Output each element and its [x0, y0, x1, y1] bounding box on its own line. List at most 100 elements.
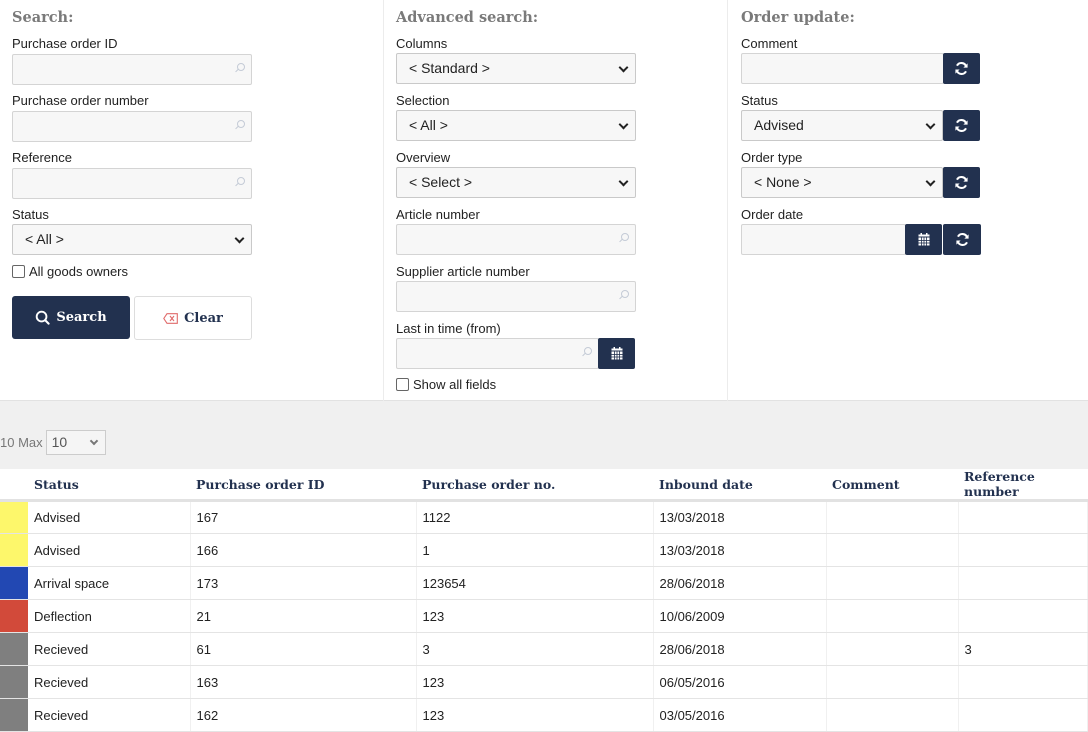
last-in-time-input[interactable] [396, 338, 599, 369]
order-date-input[interactable] [741, 224, 906, 255]
table-row[interactable]: Recieved 162 123 03/05/2016 [0, 698, 1088, 732]
column-header-purchase-order-no[interactable]: Purchase order no. [416, 469, 653, 502]
status-color-swatch [0, 698, 28, 732]
order-update-panel: Order update: Comment Status Advised Ord… [728, 0, 1088, 401]
row-purchase-order-no: 123 [416, 665, 654, 699]
status-select[interactable]: < All > [12, 224, 252, 255]
table-row[interactable]: Advised 167 1122 13/03/2018 [0, 500, 1088, 534]
search-button[interactable]: Search [12, 296, 130, 339]
row-purchase-order-no: 3 [416, 632, 654, 666]
overview-label: Overview [396, 150, 451, 165]
chevron-down-icon [925, 176, 936, 187]
update-order-type-button[interactable] [943, 167, 980, 198]
update-status-label: Status [741, 93, 778, 108]
row-reference-number [958, 599, 1088, 633]
article-number-label: Article number [396, 207, 480, 222]
search-icon [237, 120, 245, 128]
row-inbound-date: 06/05/2016 [653, 665, 827, 699]
comment-input[interactable] [741, 53, 944, 84]
order-type-value: < None > [754, 174, 812, 190]
column-header-status[interactable]: Status [28, 469, 190, 502]
update-status-select[interactable]: Advised [741, 110, 943, 141]
last-in-time-label: Last in time (from) [396, 321, 501, 336]
column-header-comment[interactable]: Comment [826, 469, 958, 502]
row-inbound-date: 10/06/2009 [653, 599, 827, 633]
table-row[interactable]: Advised 166 1 13/03/2018 [0, 533, 1088, 567]
row-reference-number: 3 [958, 632, 1088, 666]
page-size-select[interactable]: 10 [45, 430, 106, 455]
row-inbound-date: 28/06/2018 [653, 566, 827, 600]
column-header-inbound-date[interactable]: Inbound date [653, 469, 826, 502]
update-status-value: Advised [754, 117, 804, 133]
row-comment [826, 599, 959, 633]
advanced-search-panel: Advanced search: Columns < Standard > Se… [383, 0, 728, 401]
search-button-label: Search [56, 310, 107, 325]
search-icon [237, 177, 245, 185]
row-purchase-order-id: 162 [190, 698, 417, 732]
row-purchase-order-no: 123654 [416, 566, 654, 600]
order-update-title: Order update: [741, 9, 855, 26]
status-color-swatch [0, 533, 28, 567]
column-header-reference-number[interactable]: Reference number [958, 469, 1088, 502]
order-date-calendar-button[interactable] [905, 224, 942, 255]
row-purchase-order-id: 21 [190, 599, 417, 633]
checkbox-box[interactable] [396, 378, 409, 391]
columns-select[interactable]: < Standard > [396, 53, 636, 84]
overview-select[interactable]: < Select > [396, 167, 636, 198]
chevron-down-icon [618, 119, 629, 130]
update-comment-button[interactable] [943, 53, 980, 84]
calendar-button[interactable] [598, 338, 635, 369]
all-goods-owners-checkbox[interactable]: All goods owners [12, 264, 128, 279]
show-all-fields-checkbox[interactable]: Show all fields [396, 377, 496, 392]
status-color-swatch [0, 632, 28, 666]
row-status: Recieved [28, 698, 191, 732]
row-inbound-date: 13/03/2018 [653, 533, 827, 567]
refresh-icon [955, 232, 969, 247]
table-row[interactable]: Deflection 21 123 10/06/2009 [0, 599, 1088, 633]
column-header-purchase-order-id[interactable]: Purchase order ID [190, 469, 416, 502]
table-row[interactable]: Recieved 61 3 28/06/2018 3 [0, 632, 1088, 666]
order-type-select[interactable]: < None > [741, 167, 943, 198]
table-header-row: Status Purchase order ID Purchase order … [0, 469, 1088, 502]
search-icon [621, 290, 629, 298]
update-status-button[interactable] [943, 110, 980, 141]
page-size-control: 10 Max 10 [0, 430, 106, 455]
calendar-icon [918, 233, 929, 246]
table-row[interactable]: Arrival space 173 123654 28/06/2018 [0, 566, 1088, 600]
row-reference-number [958, 533, 1088, 567]
refresh-icon [955, 61, 968, 76]
row-reference-number [958, 566, 1088, 600]
page-count-label: 10 Max [0, 435, 43, 450]
selection-select[interactable]: < All > [396, 110, 636, 141]
row-reference-number [958, 665, 1088, 699]
refresh-icon [955, 175, 968, 190]
reference-input[interactable] [12, 168, 252, 199]
update-order-date-button[interactable] [943, 224, 981, 255]
supplier-article-number-input[interactable] [396, 281, 636, 312]
article-number-input[interactable] [396, 224, 636, 255]
checkbox-box[interactable] [12, 265, 25, 278]
clear-button[interactable]: Clear [134, 296, 252, 340]
row-status: Deflection [28, 599, 191, 633]
order-type-label: Order type [741, 150, 803, 165]
row-purchase-order-id: 167 [190, 500, 417, 534]
row-inbound-date: 13/03/2018 [653, 500, 827, 534]
advanced-search-title: Advanced search: [396, 9, 539, 26]
supplier-article-number-label: Supplier article number [396, 264, 530, 279]
search-icon [584, 347, 592, 355]
row-purchase-order-id: 166 [190, 533, 417, 567]
row-status: Advised [28, 500, 191, 534]
columns-select-value: < Standard > [409, 60, 490, 76]
table-row[interactable]: Recieved 163 123 06/05/2016 [0, 665, 1088, 699]
purchase-order-number-input[interactable] [12, 111, 252, 142]
calendar-icon [611, 347, 622, 360]
backspace-icon [163, 312, 178, 324]
results-table: Status Purchase order ID Purchase order … [0, 469, 1088, 732]
row-comment [826, 632, 959, 666]
row-status: Advised [28, 533, 191, 567]
search-icon [36, 310, 50, 325]
purchase-order-id-input[interactable] [12, 54, 252, 85]
status-color-swatch [0, 599, 28, 633]
row-inbound-date: 03/05/2016 [653, 698, 827, 732]
row-purchase-order-no: 123 [416, 698, 654, 732]
